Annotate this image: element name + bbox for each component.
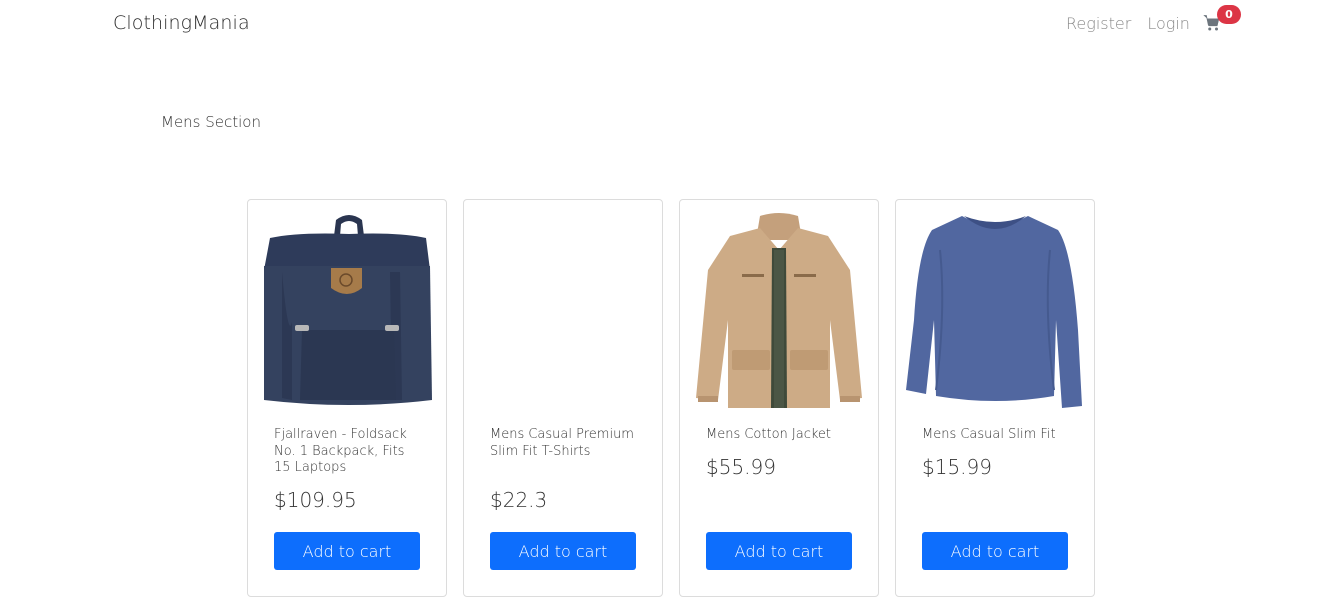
- product-title[interactable]: Mens Cotton Jacket: [706, 427, 856, 444]
- product-price: $22.3: [490, 488, 548, 512]
- product-title[interactable]: Mens Casual Premium Slim Fit T-Shirts: [490, 427, 640, 460]
- product-price: $55.99: [706, 455, 776, 479]
- product-image-tshirt[interactable]: [474, 210, 652, 410]
- section-title: Mens Section: [161, 113, 261, 131]
- login-link[interactable]: Login: [1147, 14, 1190, 33]
- product-grid: Fjallraven - Foldsack No. 1 Backpack, Fi…: [247, 199, 1095, 597]
- navbar: ClothingMania Register Login 0: [0, 0, 1331, 50]
- add-to-cart-button[interactable]: Add to cart: [706, 532, 852, 570]
- product-price: $109.95: [274, 488, 357, 512]
- cart-count-badge: 0: [1217, 5, 1241, 24]
- nav-links: Register Login: [1066, 14, 1190, 33]
- add-to-cart-button[interactable]: Add to cart: [274, 532, 420, 570]
- product-card: Fjallraven - Foldsack No. 1 Backpack, Fi…: [247, 199, 447, 597]
- product-card: Mens Casual Premium Slim Fit T-Shirts $2…: [463, 199, 663, 597]
- product-image-shirt[interactable]: [906, 210, 1084, 410]
- brand-logo[interactable]: ClothingMania: [113, 12, 250, 34]
- product-card: Mens Cotton Jacket $55.99 Add to cart: [679, 199, 879, 597]
- add-to-cart-button[interactable]: Add to cart: [922, 532, 1068, 570]
- product-title[interactable]: Mens Casual Slim Fit: [922, 427, 1072, 444]
- product-title[interactable]: Fjallraven - Foldsack No. 1 Backpack, Fi…: [274, 427, 424, 477]
- product-image-backpack[interactable]: [258, 210, 436, 410]
- register-link[interactable]: Register: [1066, 14, 1131, 33]
- product-card: Mens Casual Slim Fit $15.99 Add to cart: [895, 199, 1095, 597]
- add-to-cart-button[interactable]: Add to cart: [490, 532, 636, 570]
- product-image-jacket[interactable]: [690, 210, 868, 410]
- product-price: $15.99: [922, 455, 992, 479]
